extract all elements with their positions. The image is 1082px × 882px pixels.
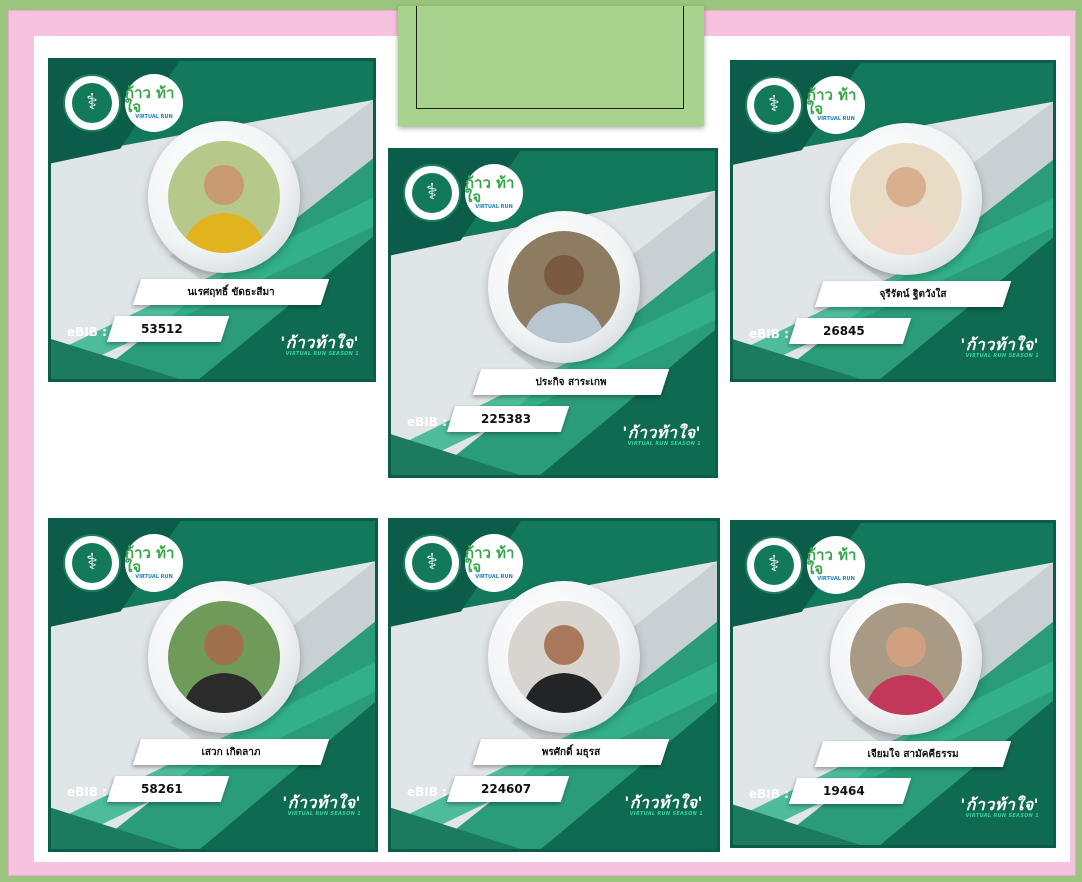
runner-name: เจียมใจ สามัคคีธรรม bbox=[867, 748, 959, 760]
virtual-run-logo: ก้าว ท้าใจ VIRTUAL RUN bbox=[807, 76, 865, 134]
brand-title: 'ก้าวท้าใจ' bbox=[280, 333, 359, 352]
runner-card-3[interactable]: ⚕ ก้าว ท้าใจ VIRTUAL RUN จุรีรัตน์ ฐิตวั… bbox=[730, 60, 1056, 382]
moph-logo: ⚕ bbox=[403, 164, 461, 222]
ebib-label: eBIB : bbox=[749, 327, 789, 341]
brand-logo: 'ก้าวท้าใจ' VIRTUAL RUN SEASON 1 bbox=[280, 335, 359, 358]
virtual-run-logo-sub: VIRTUAL RUN bbox=[135, 114, 173, 120]
ebib-label: eBIB : bbox=[749, 787, 789, 801]
moph-logo: ⚕ bbox=[63, 534, 121, 592]
profile-photo-frame bbox=[830, 123, 982, 275]
ebib-number: 26845 bbox=[823, 324, 865, 338]
virtual-run-logo: ก้าว ท้าใจ VIRTUAL RUN bbox=[465, 534, 523, 592]
profile-photo-frame bbox=[488, 581, 640, 733]
brand-subtitle: VIRTUAL RUN SEASON 1 bbox=[965, 813, 1039, 819]
caduceus-icon: ⚕ bbox=[412, 543, 452, 583]
virtual-run-logo-sub: VIRTUAL RUN bbox=[475, 574, 513, 580]
moph-logo: ⚕ bbox=[745, 76, 803, 134]
virtual-run-logo-sub: VIRTUAL RUN bbox=[817, 576, 855, 582]
moph-logo: ⚕ bbox=[745, 536, 803, 594]
virtual-run-logo: ก้าว ท้าใจ VIRTUAL RUN bbox=[125, 74, 183, 132]
ebib-number: 53512 bbox=[141, 322, 183, 336]
virtual-run-logo-text: ก้าว ท้าใจ bbox=[125, 84, 175, 116]
brand-subtitle: VIRTUAL RUN SEASON 1 bbox=[287, 811, 361, 817]
profile-photo-frame bbox=[830, 583, 982, 735]
profile-photo[interactable] bbox=[850, 143, 962, 255]
virtual-run-logo-sub: VIRTUAL RUN bbox=[817, 116, 855, 122]
brand-logo: 'ก้าวท้าใจ' VIRTUAL RUN SEASON 1 bbox=[622, 425, 701, 448]
virtual-run-logo-text: ก้าว ท้าใจ bbox=[465, 174, 515, 206]
caduceus-icon: ⚕ bbox=[412, 173, 452, 213]
virtual-run-logo-text: ก้าว ท้าใจ bbox=[807, 546, 857, 578]
brand-title: 'ก้าวท้าใจ' bbox=[624, 793, 703, 812]
virtual-run-logo: ก้าว ท้าใจ VIRTUAL RUN bbox=[465, 164, 523, 222]
runner-card-2[interactable]: ⚕ ก้าว ท้าใจ VIRTUAL RUN ประกิจ สาระเกพ … bbox=[388, 148, 718, 478]
brand-logo: 'ก้าวท้าใจ' VIRTUAL RUN SEASON 1 bbox=[282, 795, 361, 818]
runner-card-1[interactable]: ⚕ ก้าว ท้าใจ VIRTUAL RUN นเรศฤทธิ์ ขัดธะ… bbox=[48, 58, 376, 382]
runner-name: จุรีรัตน์ ฐิตวังใส bbox=[879, 288, 947, 300]
profile-photo[interactable] bbox=[168, 141, 280, 253]
runner-name: นเรศฤทธิ์ ขัดธะสีมา bbox=[187, 286, 275, 298]
runner-name: ประกิจ สาระเกพ bbox=[535, 376, 607, 388]
virtual-run-logo-sub: VIRTUAL RUN bbox=[135, 574, 173, 580]
ebib-label: eBIB : bbox=[407, 785, 447, 799]
profile-photo[interactable] bbox=[850, 603, 962, 715]
brand-title: 'ก้าวท้าใจ' bbox=[622, 423, 701, 442]
runner-card-6[interactable]: ⚕ ก้าว ท้าใจ VIRTUAL RUN เจียมใจ สามัคคี… bbox=[730, 520, 1056, 848]
runner-name: เสวก เกิดลาภ bbox=[201, 746, 261, 758]
ebib-label: eBIB : bbox=[67, 785, 107, 799]
brand-logo: 'ก้าวท้าใจ' VIRTUAL RUN SEASON 1 bbox=[960, 337, 1039, 360]
brand-subtitle: VIRTUAL RUN SEASON 1 bbox=[285, 351, 359, 357]
profile-photo[interactable] bbox=[508, 601, 620, 713]
profile-photo[interactable] bbox=[168, 601, 280, 713]
caduceus-icon: ⚕ bbox=[72, 83, 112, 123]
brand-title: 'ก้าวท้าใจ' bbox=[960, 335, 1039, 354]
virtual-run-logo-text: ก้าว ท้าใจ bbox=[465, 544, 515, 576]
brand-subtitle: VIRTUAL RUN SEASON 1 bbox=[629, 811, 703, 817]
caduceus-icon: ⚕ bbox=[72, 543, 112, 583]
ebib-number: 225383 bbox=[481, 412, 532, 426]
person-silhouette-icon bbox=[508, 601, 620, 713]
virtual-run-logo-text: ก้าว ท้าใจ bbox=[125, 544, 175, 576]
person-silhouette-icon bbox=[850, 603, 962, 715]
virtual-run-logo-text: ก้าว ท้าใจ bbox=[807, 86, 857, 118]
brand-logo: 'ก้าวท้าใจ' VIRTUAL RUN SEASON 1 bbox=[624, 795, 703, 818]
virtual-run-logo: ก้าว ท้าใจ VIRTUAL RUN bbox=[807, 536, 865, 594]
green-text-box[interactable] bbox=[398, 6, 704, 126]
ebib-number: 58261 bbox=[141, 782, 183, 796]
profile-photo-frame bbox=[488, 211, 640, 363]
person-silhouette-icon bbox=[168, 601, 280, 713]
runner-name: พรศักดิ์ มธุรส bbox=[541, 746, 601, 758]
caduceus-icon: ⚕ bbox=[754, 85, 794, 125]
caduceus-icon: ⚕ bbox=[754, 545, 794, 585]
virtual-run-logo-sub: VIRTUAL RUN bbox=[475, 204, 513, 210]
moph-logo: ⚕ bbox=[403, 534, 461, 592]
brand-logo: 'ก้าวท้าใจ' VIRTUAL RUN SEASON 1 bbox=[960, 797, 1039, 820]
runner-card-4[interactable]: ⚕ ก้าว ท้าใจ VIRTUAL RUN เสวก เกิดลาภ eB… bbox=[48, 518, 378, 852]
profile-photo[interactable] bbox=[508, 231, 620, 343]
person-silhouette-icon bbox=[168, 141, 280, 253]
brand-title: 'ก้าวท้าใจ' bbox=[960, 795, 1039, 814]
person-silhouette-icon bbox=[508, 231, 620, 343]
ebib-number: 19464 bbox=[823, 784, 865, 798]
brand-subtitle: VIRTUAL RUN SEASON 1 bbox=[627, 441, 701, 447]
moph-logo: ⚕ bbox=[63, 74, 121, 132]
profile-photo-frame bbox=[148, 121, 300, 273]
profile-photo-frame bbox=[148, 581, 300, 733]
brand-title: 'ก้าวท้าใจ' bbox=[282, 793, 361, 812]
person-silhouette-icon bbox=[850, 143, 962, 255]
runner-card-5[interactable]: ⚕ ก้าว ท้าใจ VIRTUAL RUN พรศักดิ์ มธุรส … bbox=[388, 518, 720, 852]
ebib-label: eBIB : bbox=[407, 415, 447, 429]
ebib-label: eBIB : bbox=[67, 325, 107, 339]
brand-subtitle: VIRTUAL RUN SEASON 1 bbox=[965, 353, 1039, 359]
green-text-box-border bbox=[416, 6, 684, 109]
virtual-run-logo: ก้าว ท้าใจ VIRTUAL RUN bbox=[125, 534, 183, 592]
ebib-number: 224607 bbox=[481, 782, 532, 796]
